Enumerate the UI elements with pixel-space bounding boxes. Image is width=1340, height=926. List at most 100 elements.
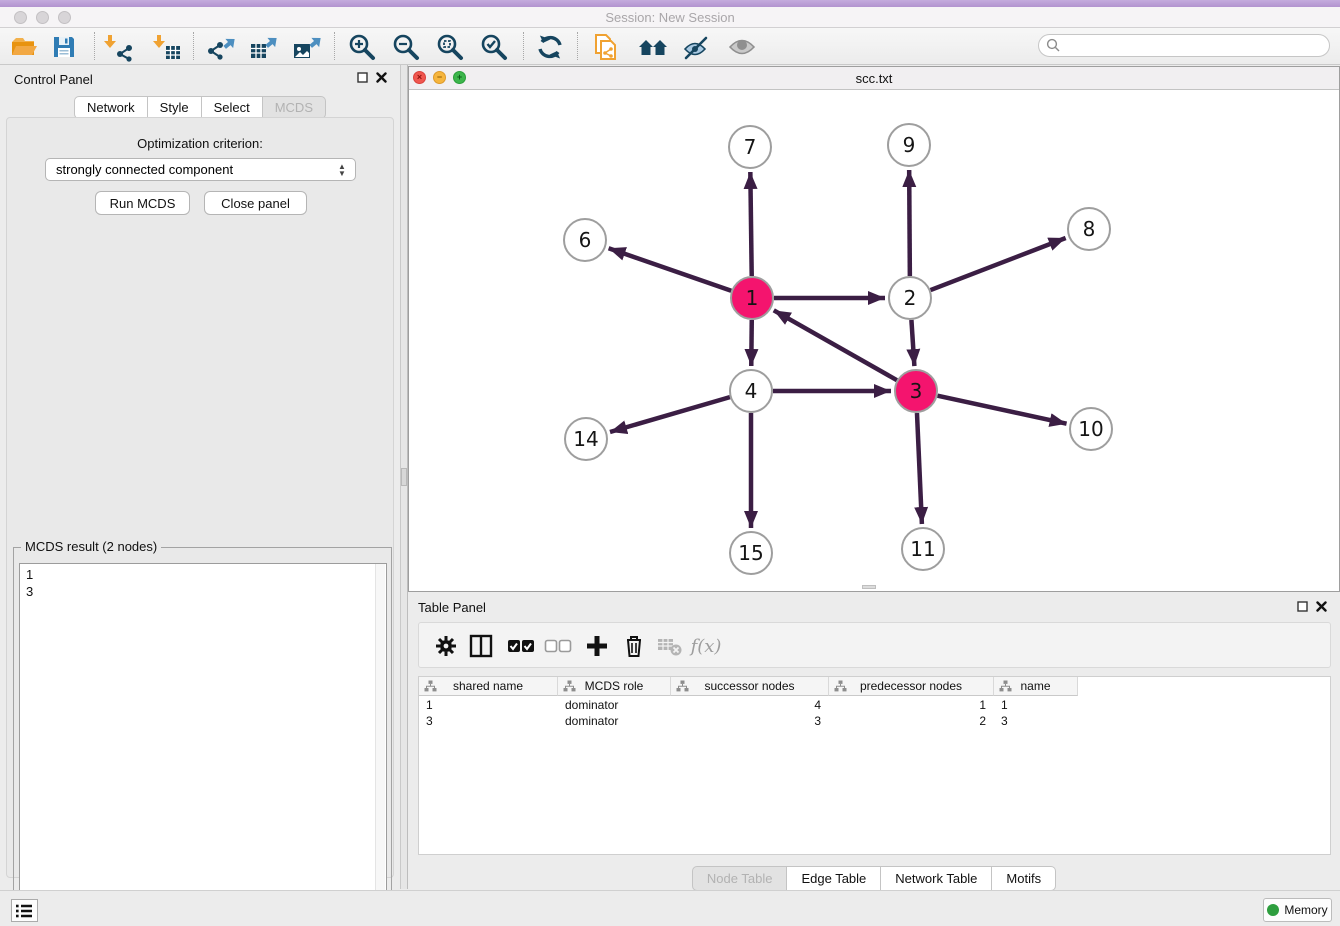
table-row[interactable]: 1dominator411 (419, 697, 1330, 713)
export-table-icon[interactable] (247, 31, 279, 63)
column-header-name[interactable]: name (994, 677, 1078, 696)
result-scrollbar[interactable] (375, 564, 385, 921)
show-columns-icon[interactable] (466, 631, 496, 661)
table-cell[interactable]: 2 (829, 713, 994, 729)
add-column-icon[interactable] (582, 631, 612, 661)
graph-edge-2-8[interactable] (931, 238, 1066, 290)
table-cell[interactable]: 1 (994, 697, 1078, 713)
graph-edge-2-9[interactable] (909, 170, 910, 276)
first-neighbors-icon[interactable] (637, 31, 669, 63)
graph-node-label-7: 7 (744, 135, 757, 159)
status-bar: Memory (0, 890, 1340, 926)
table-row[interactable]: 3dominator323 (419, 713, 1330, 729)
node-table[interactable]: shared nameMCDS rolesuccessor nodesprede… (418, 676, 1331, 855)
tab-mcds[interactable]: MCDS (263, 96, 326, 119)
graph-node-label-11: 11 (910, 537, 935, 561)
run-mcds-button[interactable]: Run MCDS (95, 191, 190, 215)
graph-node-label-3: 3 (910, 379, 923, 403)
hierarchy-icon (424, 680, 437, 692)
graph-node-label-2: 2 (904, 286, 917, 310)
table-cell[interactable]: 3 (419, 713, 558, 729)
export-image-icon[interactable] (290, 31, 322, 63)
tab-edge-table[interactable]: Edge Table (787, 866, 881, 891)
mcds-result-text[interactable]: 1 3 (19, 563, 387, 922)
export-network-icon[interactable] (204, 31, 236, 63)
table-cell[interactable]: dominator (558, 697, 671, 713)
function-builder-icon[interactable]: f(x) (691, 631, 721, 661)
import-table-icon[interactable] (152, 31, 184, 63)
graph-node-label-6: 6 (579, 228, 592, 252)
optimization-criterion-label: Optimization criterion: (7, 136, 393, 151)
table-panel-title: Table Panel (418, 600, 486, 615)
save-session-icon[interactable] (48, 31, 80, 63)
zoom-selected-icon[interactable] (478, 31, 510, 63)
hierarchy-icon (676, 680, 689, 692)
table-cell[interactable]: 4 (671, 697, 829, 713)
column-header-shared-name[interactable]: shared name (419, 677, 558, 696)
task-history-button[interactable] (11, 899, 38, 922)
main-toolbar (0, 28, 1340, 65)
float-panel-icon[interactable] (1297, 601, 1308, 612)
close-panel-button[interactable]: Close panel (204, 191, 307, 215)
memory-button[interactable]: Memory (1263, 898, 1332, 922)
zoom-fit-icon[interactable] (434, 31, 466, 63)
application-window: Session: New Session (0, 0, 1340, 926)
table-cell[interactable]: 1 (419, 697, 558, 713)
graph-node-label-15: 15 (738, 541, 763, 565)
graph-edge-3-11[interactable] (917, 413, 922, 524)
window-top-accent (0, 0, 1340, 7)
table-panel-tabs: Node TableEdge TableNetwork TableMotifs (408, 866, 1340, 891)
memory-status-icon (1267, 904, 1279, 916)
toolbar-separator (577, 32, 578, 60)
tab-select[interactable]: Select (202, 96, 263, 119)
tab-style[interactable]: Style (148, 96, 202, 119)
list-icon (16, 903, 34, 919)
graph-edge-1-7[interactable] (750, 172, 751, 276)
network-canvas[interactable]: 7968124314101511 (409, 90, 1339, 592)
search-field[interactable] (1038, 34, 1330, 57)
splitter-grip[interactable] (401, 468, 407, 486)
copy-style-icon[interactable] (589, 31, 621, 63)
column-header-predecessor-nodes[interactable]: predecessor nodes (829, 677, 994, 696)
graph-node-label-1: 1 (746, 286, 759, 310)
criterion-select[interactable]: strongly connected component ▲▼ (45, 158, 356, 181)
zoom-out-icon[interactable] (390, 31, 422, 63)
column-header-MCDS-role[interactable]: MCDS role (558, 677, 671, 696)
graph-edge-1-6[interactable] (609, 248, 732, 291)
zoom-in-icon[interactable] (346, 31, 378, 63)
table-cell[interactable]: dominator (558, 713, 671, 729)
panel-splitter[interactable] (400, 65, 408, 889)
tab-node-table[interactable]: Node Table (692, 866, 788, 891)
close-panel-icon[interactable] (1316, 601, 1327, 612)
tab-motifs[interactable]: Motifs (992, 866, 1056, 891)
close-panel-icon[interactable] (376, 72, 387, 83)
toolbar-separator (193, 32, 194, 60)
graph-edge-2-3[interactable] (911, 320, 914, 366)
table-cell[interactable]: 3 (994, 713, 1078, 729)
delete-table-icon[interactable] (655, 631, 685, 661)
unselect-all-columns-icon[interactable] (543, 631, 573, 661)
graph-node-label-4: 4 (745, 379, 758, 403)
import-network-icon[interactable] (103, 31, 135, 63)
tab-network[interactable]: Network (74, 96, 148, 119)
graph-edge-3-1[interactable] (774, 310, 897, 380)
table-options-icon[interactable] (431, 631, 461, 661)
float-panel-icon[interactable] (357, 72, 368, 83)
tab-network-table[interactable]: Network Table (881, 866, 992, 891)
apply-layout-icon[interactable] (534, 31, 566, 63)
table-cell[interactable]: 3 (671, 713, 829, 729)
show-all-icon[interactable] (726, 31, 758, 63)
network-resize-grip[interactable] (862, 585, 876, 589)
select-all-columns-icon[interactable] (506, 631, 536, 661)
table-cell[interactable]: 1 (829, 697, 994, 713)
open-file-icon[interactable] (7, 31, 39, 63)
delete-column-icon[interactable] (619, 631, 649, 661)
graph-edge-3-10[interactable] (937, 396, 1066, 424)
search-input[interactable] (1061, 39, 1329, 53)
hide-selected-icon[interactable] (681, 31, 713, 63)
control-panel: Control Panel NetworkStyleSelectMCDS Opt… (0, 65, 400, 889)
network-window-titlebar: × − + scc.txt (409, 67, 1339, 90)
column-header-successor-nodes[interactable]: successor nodes (671, 677, 829, 696)
graph-edge-4-14[interactable] (610, 397, 730, 432)
control-panel-tabs: NetworkStyleSelectMCDS (0, 96, 400, 119)
